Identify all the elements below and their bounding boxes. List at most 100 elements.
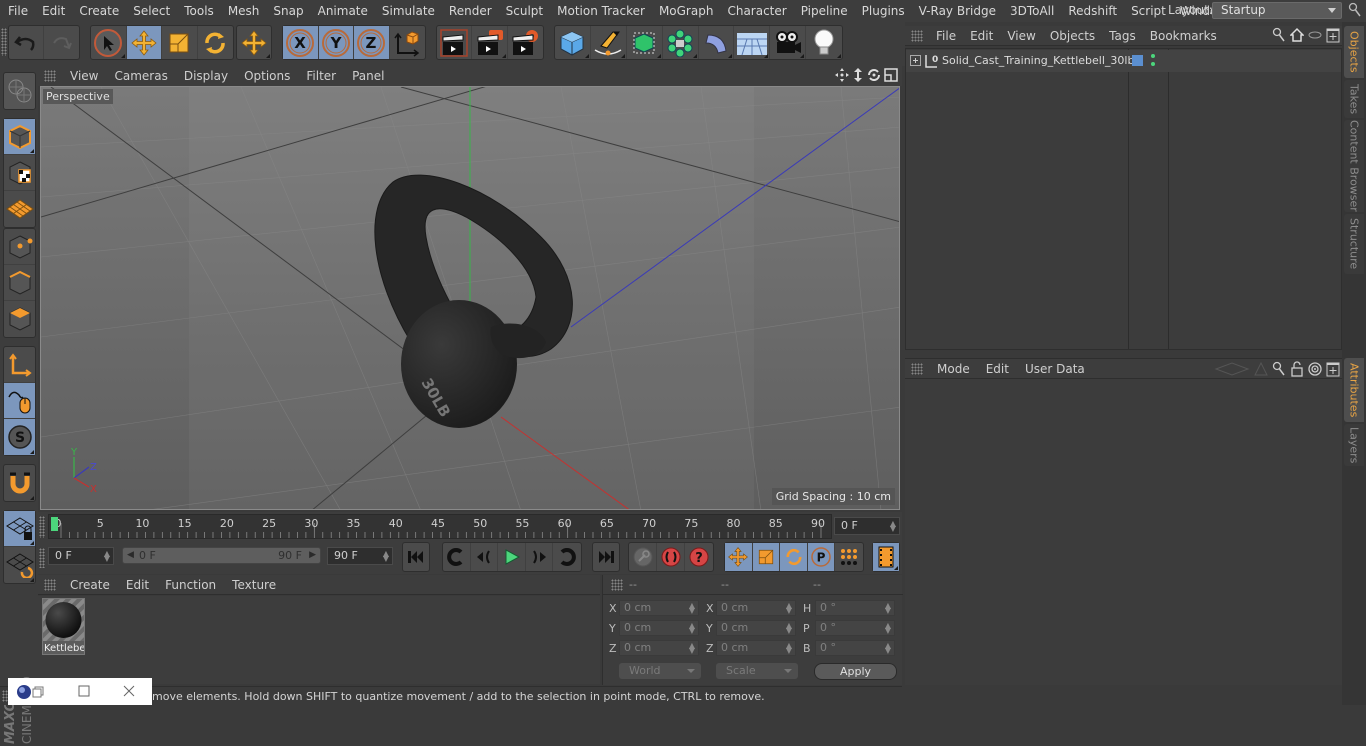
snap-button[interactable] [4,465,35,501]
timeline-window-button[interactable] [873,543,899,571]
redo-button[interactable] [44,26,79,59]
make-editable-button[interactable] [4,73,35,109]
object-menu-file[interactable]: File [929,29,963,43]
tab-takes[interactable]: Takes [1344,80,1364,118]
points-mode-button[interactable] [4,229,35,265]
prev-key-button[interactable] [443,543,471,571]
search-icon[interactable] [1272,361,1286,377]
menu-render[interactable]: Render [442,4,499,18]
object-menu-tags[interactable]: Tags [1102,29,1143,43]
key-position-button[interactable] [725,543,753,571]
new-panel-icon[interactable] [1326,361,1340,377]
timeline-ruler[interactable]: 0 5 10 15 20 25 30 35 40 45 50 55 60 65 70 75 80 85 90 [48,514,832,539]
object-menu-edit[interactable]: Edit [963,29,1000,43]
render-to-picture-viewer-button[interactable] [472,26,508,59]
toggle-layout-icon[interactable] [884,68,898,82]
menu-mesh[interactable]: Mesh [221,4,267,18]
target-icon[interactable] [1308,361,1322,377]
key-parameter-button[interactable]: P [807,543,836,571]
home-icon[interactable] [1290,27,1304,43]
workplane-mode-button[interactable] [4,191,35,227]
viewport-menu-filter[interactable]: Filter [298,69,344,83]
select-tool-button[interactable] [91,26,127,59]
close-icon[interactable] [122,684,136,698]
cube-button[interactable] [555,26,591,59]
camera-button[interactable] [770,26,807,59]
menu-sculpt[interactable]: Sculpt [499,4,550,18]
menu-motion-tracker[interactable]: Motion Tracker [550,4,652,18]
record-button[interactable] [629,543,657,571]
menu-create[interactable]: Create [72,4,126,18]
pan-view-icon[interactable] [835,68,849,82]
spinner-icon[interactable]: ▲ ▼ [104,550,110,563]
material-menu-function[interactable]: Function [157,578,224,592]
menu-plugins[interactable]: Plugins [855,4,912,18]
z-axis-lock-button[interactable]: Z [354,26,390,59]
x-axis-lock-button[interactable]: X [283,26,319,59]
spinner-icon[interactable]: ▲ ▼ [383,550,389,563]
play-button[interactable] [498,543,526,571]
column-divider[interactable] [1128,49,1129,349]
transport-grip[interactable] [39,548,45,568]
new-panel-icon[interactable] [1326,27,1340,43]
menu-edit[interactable]: Edit [35,4,72,18]
search-icon[interactable] [1272,27,1286,43]
prev-frame-button[interactable] [471,543,499,571]
object-row[interactable]: 0 Solid_Cast_Training_Kettlebell_30lb [906,50,1341,72]
y-axis-lock-button[interactable]: Y [318,26,354,59]
zoom-view-icon[interactable] [852,68,864,82]
material-menu-edit[interactable]: Edit [118,578,157,592]
object-menu-view[interactable]: View [1000,29,1042,43]
3d-viewport[interactable]: 30LB Y Z X Perspective Grid Spacing : 10… [40,86,900,510]
next-frame-button[interactable] [526,543,554,571]
editor-visibility-dot[interactable] [1151,54,1155,58]
menu-file[interactable]: File [0,4,35,18]
position-y-field[interactable]: 0 cm ▲ ▼ [619,620,699,636]
size-x-field[interactable]: 0 cm ▲ ▼ [716,600,796,616]
render-settings-button[interactable] [508,26,543,59]
rotate-view-icon[interactable] [867,68,881,82]
scale-tool-button[interactable] [162,26,198,59]
material-grip[interactable] [44,578,56,591]
attributes-menu-user-data[interactable]: User Data [1017,362,1093,376]
toolbar-grip[interactable] [1,28,7,56]
spinner-icon[interactable]: ▲ ▼ [890,520,896,533]
next-key-button[interactable] [553,543,581,571]
coordinates-grip[interactable] [611,579,623,591]
viewport-menu-display[interactable]: Display [176,69,236,83]
key-scale-button[interactable] [752,543,781,571]
rotate-tool-button[interactable] [198,26,233,59]
viewport-menu-panel[interactable]: Panel [344,69,392,83]
coordinate-mode-dropdown[interactable]: World [619,663,701,679]
tab-objects[interactable]: Objects [1344,26,1364,78]
menu-script[interactable]: Script [1124,4,1173,18]
tab-layers[interactable]: Layers [1344,424,1364,466]
object-menu-objects[interactable]: Objects [1043,29,1102,43]
menu-snap[interactable]: Snap [266,4,310,18]
menu-select[interactable]: Select [126,4,177,18]
viewport-menu-view[interactable]: View [62,69,106,83]
render-view-button[interactable] [437,26,473,59]
goto-end-button[interactable] [593,543,619,571]
key-pla-button[interactable] [835,543,863,571]
light-button[interactable] [806,26,842,59]
current-frame-field[interactable]: 0 F ▲ ▼ [834,517,900,535]
search-icon[interactable] [1348,2,1362,18]
apply-button[interactable]: Apply [814,663,897,680]
object-menu-bookmarks[interactable]: Bookmarks [1143,29,1224,43]
range-left-arrow-icon[interactable]: ◀ [127,548,134,563]
timeline-grip[interactable] [39,516,45,538]
column-divider[interactable] [1168,49,1169,349]
deformer-button[interactable] [699,26,735,59]
model-mode-button[interactable] [4,119,35,155]
menu-vray-bridge[interactable]: V-Ray Bridge [912,4,1003,18]
autokey-button[interactable] [657,543,685,571]
viewport-menu-options[interactable]: Options [236,69,298,83]
menu-simulate[interactable]: Simulate [375,4,442,18]
playhead[interactable] [51,517,58,531]
size-y-field[interactable]: 0 cm ▲ ▼ [716,620,796,636]
back-arrow-icon[interactable] [1214,362,1250,376]
workplane-align-button[interactable] [4,547,35,583]
solo-mode-button[interactable]: S [4,419,35,455]
cinema4d-app-icon[interactable] [16,684,32,700]
